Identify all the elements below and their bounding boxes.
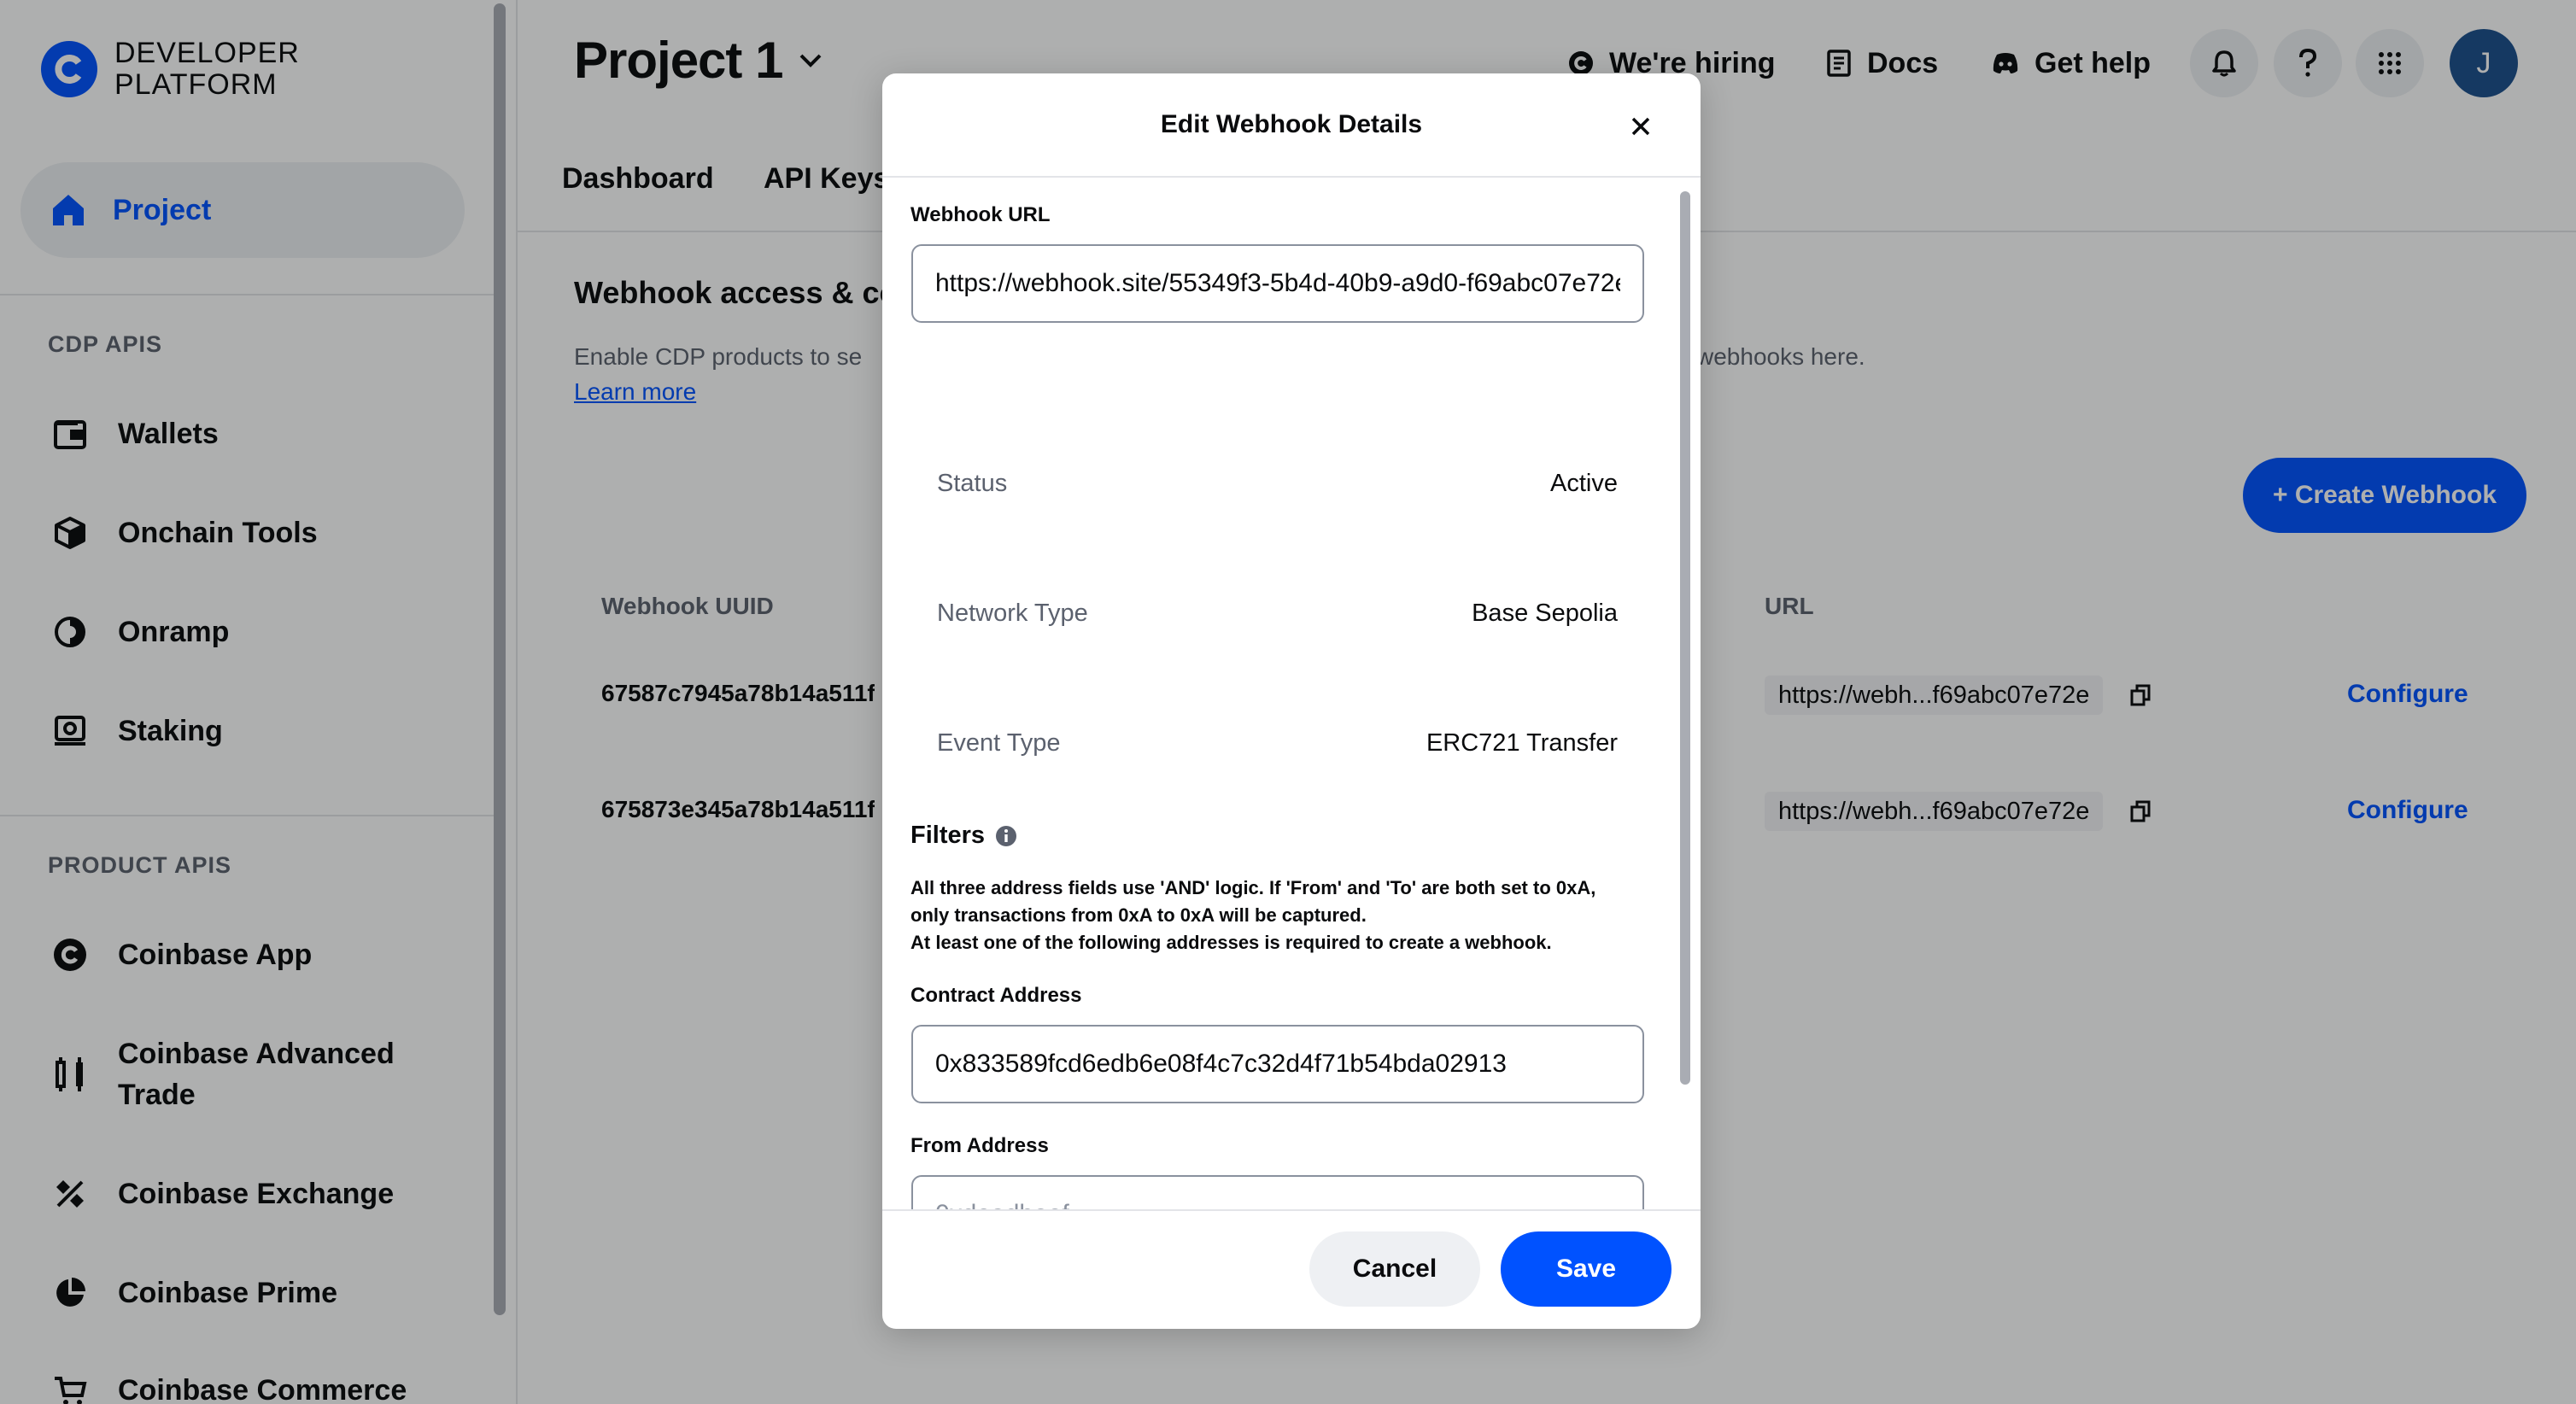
modal-scrollbar[interactable] — [1680, 191, 1690, 1085]
info-icon[interactable] — [995, 825, 1017, 847]
webhook-url-label: Webhook URL — [910, 203, 1051, 226]
event-type-value: ERC721 Transfer — [1426, 729, 1618, 757]
modal-footer: Cancel Save — [882, 1209, 1701, 1329]
modal-header: Edit Webhook Details — [882, 73, 1701, 178]
from-address-label: From Address — [910, 1134, 1049, 1157]
close-button[interactable] — [1620, 106, 1661, 147]
modal-title: Edit Webhook Details — [1160, 110, 1423, 138]
network-type-row: Network Type Base Sepolia — [937, 600, 1618, 628]
from-address-input[interactable] — [911, 1175, 1644, 1209]
contract-address-input[interactable] — [911, 1025, 1644, 1103]
filters-title: Filters — [910, 822, 986, 849]
webhook-url-input[interactable] — [911, 244, 1644, 323]
event-type-label: Event Type — [937, 729, 1061, 757]
cancel-button[interactable]: Cancel — [1309, 1231, 1480, 1307]
event-type-row: Event Type ERC721 Transfer — [937, 729, 1618, 758]
close-icon — [1631, 117, 1650, 136]
filters-heading: Filters — [910, 822, 1017, 850]
filters-note-line-1: All three address fields use 'AND' logic… — [910, 877, 1596, 898]
modal-body: Webhook URL Status Active Network Type B… — [882, 179, 1701, 1209]
network-type-label: Network Type — [937, 600, 1088, 627]
status-row: Status Active — [937, 470, 1618, 498]
filters-note: All three address fields use 'AND' logic… — [910, 875, 1662, 956]
status-label: Status — [937, 470, 1008, 497]
filters-note-line-3: At least one of the following addresses … — [910, 932, 1552, 953]
contract-address-label: Contract Address — [910, 984, 1082, 1007]
network-type-value: Base Sepolia — [1472, 600, 1618, 627]
save-button[interactable]: Save — [1501, 1231, 1671, 1307]
edit-webhook-modal: Edit Webhook Details Webhook URL Status … — [882, 73, 1701, 1329]
status-value: Active — [1550, 470, 1618, 497]
filters-note-line-2: only transactions from 0xA to 0xA will b… — [910, 904, 1367, 926]
